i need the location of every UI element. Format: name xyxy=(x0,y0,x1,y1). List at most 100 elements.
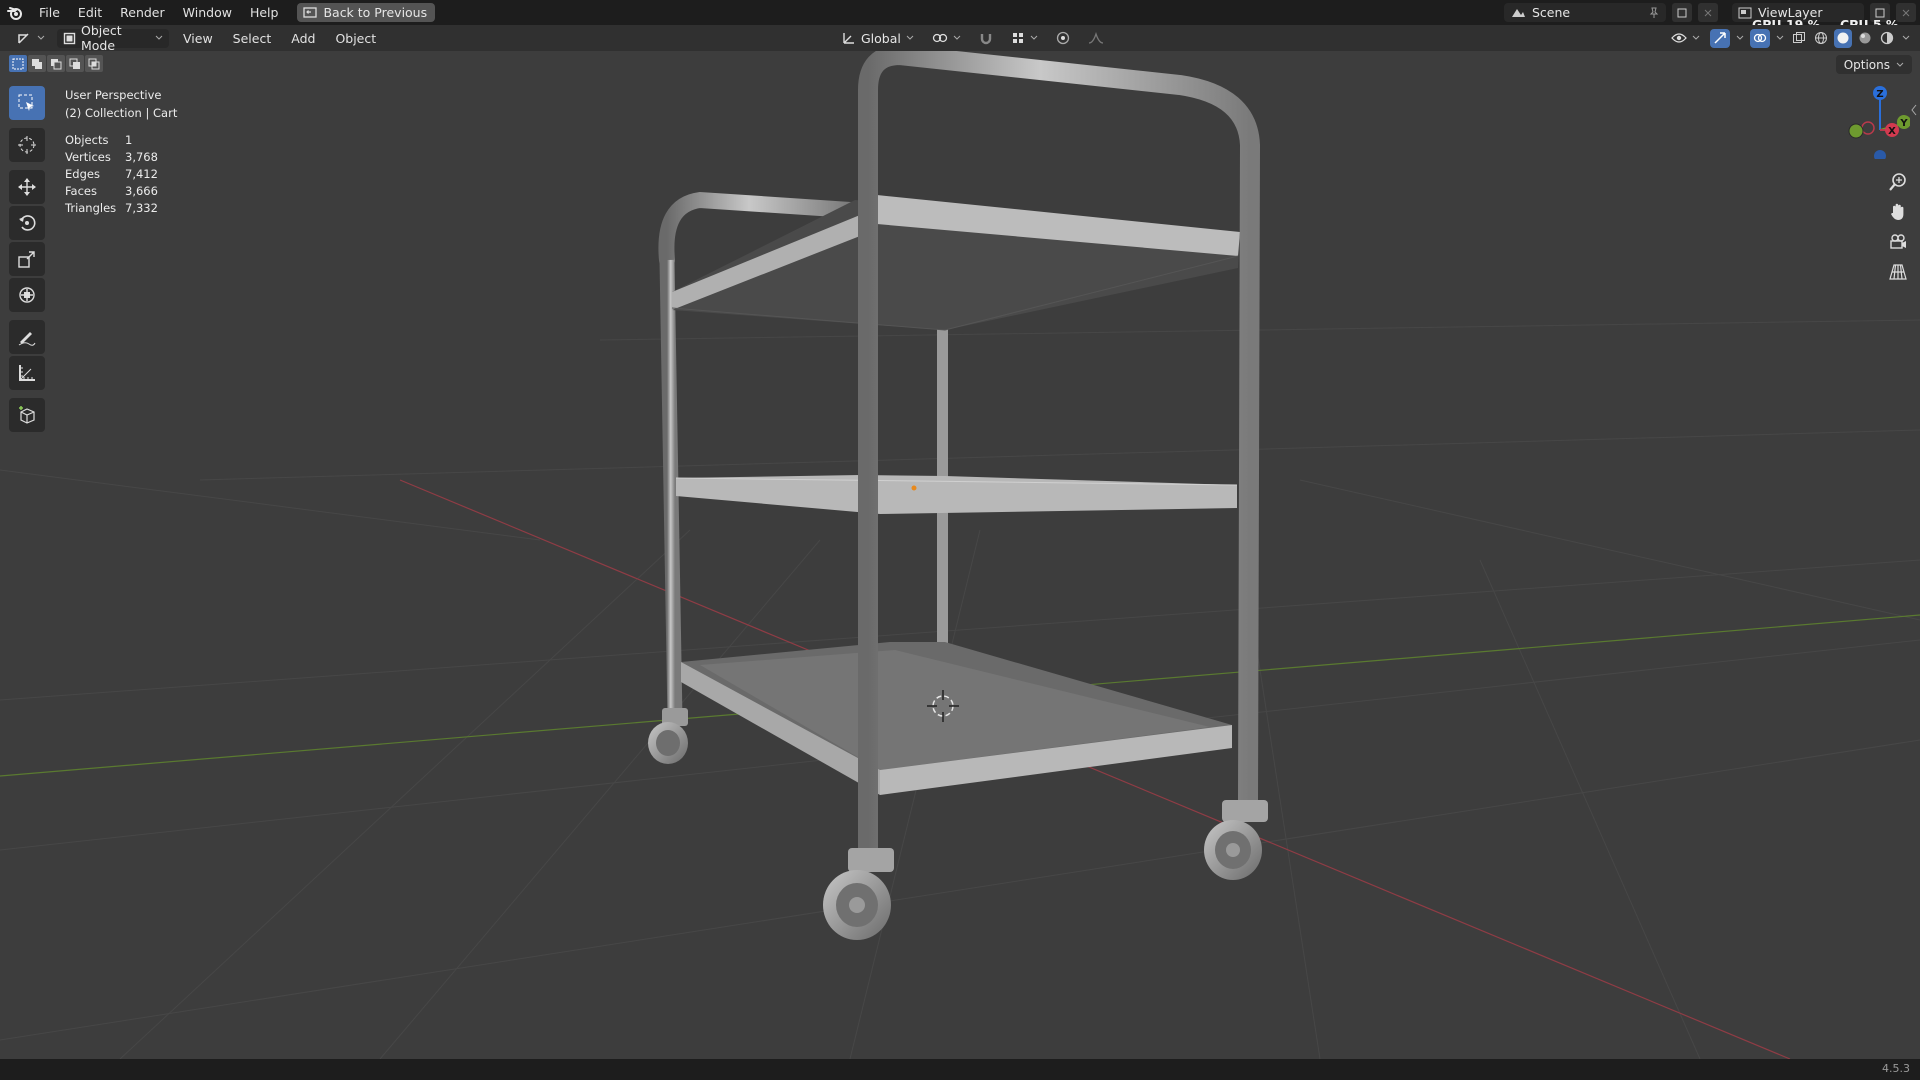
cursor-icon xyxy=(18,136,36,154)
gizmo-neg-z[interactable] xyxy=(1874,150,1886,159)
scene-selector[interactable]: Scene xyxy=(1504,3,1666,22)
chevron-down-icon xyxy=(1896,62,1904,67)
close-icon xyxy=(1902,9,1910,16)
pan-view-button[interactable] xyxy=(1886,200,1910,224)
shading-material-button[interactable] xyxy=(1856,29,1874,48)
gizmo-neg-x[interactable] xyxy=(1861,121,1875,135)
selection-mode-buttons xyxy=(9,55,103,72)
stat-value: 1 xyxy=(125,133,133,147)
toggle-perspective-button[interactable] xyxy=(1886,260,1910,284)
header-menu-select[interactable]: Select xyxy=(223,31,282,46)
zoom-view-button[interactable] xyxy=(1886,170,1910,194)
tool-scale[interactable] xyxy=(9,242,45,276)
magnet-icon xyxy=(980,34,992,45)
shading-solid-button[interactable] xyxy=(1834,28,1852,48)
tool-select-box[interactable] xyxy=(9,86,45,120)
tool-transform[interactable] xyxy=(9,278,45,312)
chevron-down-icon xyxy=(37,35,45,40)
status-bar: 4.5.3 xyxy=(0,1059,1920,1080)
object-mode-dropdown[interactable]: Object Mode xyxy=(57,23,169,53)
tool-annotate[interactable] xyxy=(9,320,45,354)
sidebar-toggle-arrow[interactable] xyxy=(1910,102,1918,116)
xray-icon xyxy=(1793,32,1805,43)
object-origin-dot xyxy=(911,485,917,491)
xray-toggle[interactable] xyxy=(1790,29,1808,48)
back-to-previous-button[interactable]: Back to Previous xyxy=(297,3,436,22)
overlays-options-dropdown[interactable] xyxy=(1774,29,1786,48)
select-extend-button[interactable] xyxy=(28,55,46,72)
pin-icon[interactable] xyxy=(1648,7,1660,19)
select-subtract-button[interactable] xyxy=(47,55,65,72)
caster-front-right xyxy=(1204,800,1268,880)
menu-help[interactable]: Help xyxy=(241,5,288,20)
tool-cursor[interactable] xyxy=(9,128,45,162)
3d-viewport-icon xyxy=(18,33,29,44)
tool-add-cube[interactable] xyxy=(9,398,45,432)
header-menu-object[interactable]: Object xyxy=(325,31,386,46)
delete-scene-button[interactable] xyxy=(1698,3,1718,22)
shading-options-dropdown[interactable] xyxy=(1900,29,1912,48)
3d-viewport[interactable]: Z Y X xyxy=(0,51,1920,1059)
stat-row-faces: Faces 3,666 xyxy=(65,183,177,200)
scene-name: Scene xyxy=(1532,5,1571,20)
transform-orientation-label: Global xyxy=(861,30,901,46)
gizmo-neg-y[interactable] xyxy=(1848,123,1864,139)
chevron-down-icon xyxy=(1030,35,1038,40)
close-icon xyxy=(1704,9,1712,16)
camera-view-button[interactable] xyxy=(1886,230,1910,254)
select-intersect-icon xyxy=(88,58,100,69)
tool-move[interactable] xyxy=(9,170,45,204)
gizmo-options-dropdown[interactable] xyxy=(1734,29,1746,48)
annotate-pencil-icon xyxy=(18,332,36,346)
object-mode-icon xyxy=(63,32,76,44)
proportional-editing-toggle[interactable] xyxy=(1050,29,1076,48)
delete-view-layer-button[interactable] xyxy=(1896,3,1916,22)
shading-wireframe-button[interactable] xyxy=(1812,29,1830,48)
object-visibility-dropdown[interactable] xyxy=(1665,29,1706,48)
x-axis-line xyxy=(399,479,1791,1059)
move-icon xyxy=(18,178,36,196)
tool-measure[interactable] xyxy=(9,356,45,390)
stat-value: 3,666 xyxy=(125,184,158,198)
eye-icon xyxy=(1671,33,1687,43)
copy-icon xyxy=(1677,8,1687,17)
solid-sphere-icon xyxy=(1837,32,1849,44)
pivot-point-dropdown[interactable] xyxy=(926,29,967,48)
snap-toggle[interactable] xyxy=(973,29,999,48)
cart-model[interactable] xyxy=(648,51,1268,940)
stat-row-vertices: Vertices 3,768 xyxy=(65,149,177,166)
blender-version: 4.5.3 xyxy=(1882,1062,1910,1075)
header-menu-add[interactable]: Add xyxy=(281,31,325,46)
blender-logo-icon[interactable] xyxy=(0,0,30,25)
scale-icon xyxy=(18,251,35,268)
editor-type-button[interactable] xyxy=(10,29,51,48)
tool-rotate[interactable] xyxy=(9,206,45,240)
proportional-falloff-dropdown[interactable] xyxy=(1082,29,1110,48)
new-scene-button[interactable] xyxy=(1672,3,1692,22)
camera-icon xyxy=(1890,234,1906,249)
transform-orientation-dropdown[interactable]: Global xyxy=(836,29,920,48)
stat-label: Faces xyxy=(65,184,97,198)
viewport-display-controls xyxy=(1665,28,1912,48)
navigation-gizmo[interactable]: Z Y X xyxy=(1840,84,1910,159)
select-intersect-button[interactable] xyxy=(85,55,103,72)
shading-rendered-button[interactable] xyxy=(1878,29,1896,48)
options-dropdown[interactable]: Options xyxy=(1835,55,1912,74)
header-menu-view[interactable]: View xyxy=(173,31,223,46)
menu-window[interactable]: Window xyxy=(174,5,241,20)
select-difference-button[interactable] xyxy=(66,55,84,72)
transform-controls: Global xyxy=(836,29,1110,48)
transform-icon xyxy=(19,287,35,303)
options-label: Options xyxy=(1843,57,1890,72)
menu-file[interactable]: File xyxy=(30,5,69,20)
chevron-down-icon xyxy=(1736,35,1744,40)
menu-edit[interactable]: Edit xyxy=(69,5,111,20)
show-overlays-toggle[interactable] xyxy=(1750,28,1770,48)
snap-target-dropdown[interactable] xyxy=(1005,29,1044,48)
show-gizmo-toggle[interactable] xyxy=(1710,28,1730,48)
add-cube-icon xyxy=(19,406,35,424)
hand-icon xyxy=(1891,203,1904,220)
rotate-icon xyxy=(19,215,36,231)
menu-render[interactable]: Render xyxy=(111,5,174,20)
select-new-button[interactable] xyxy=(9,55,27,72)
